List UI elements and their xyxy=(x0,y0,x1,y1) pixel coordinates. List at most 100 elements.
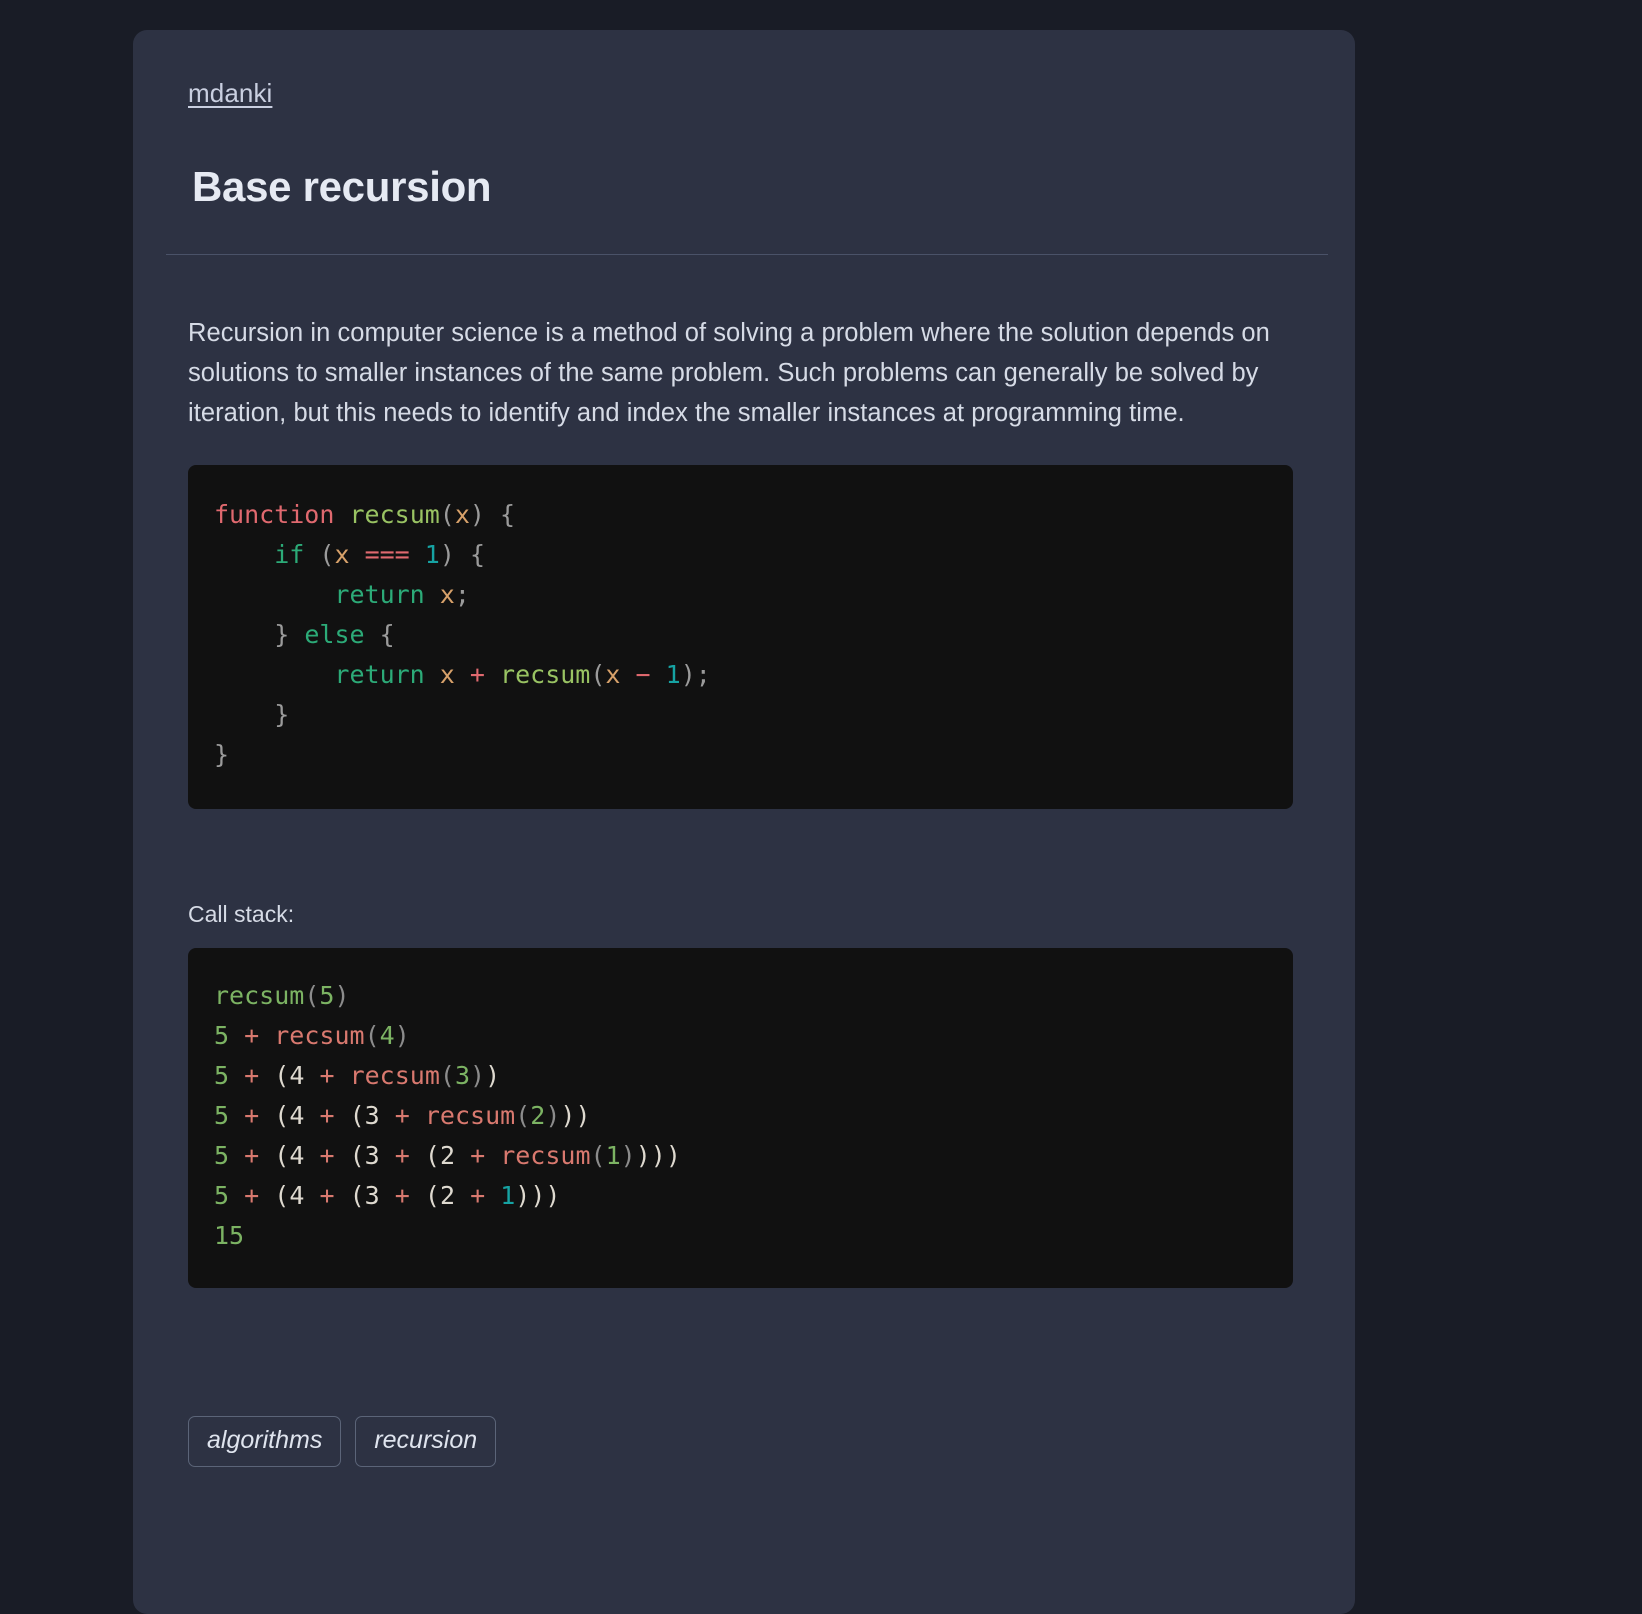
stack-paren: ( xyxy=(439,1061,455,1090)
stack-operator: + xyxy=(394,1101,410,1130)
token-keyword-if: if xyxy=(274,540,305,569)
token-param-x: x xyxy=(334,540,350,569)
token-keyword-return: return xyxy=(334,660,425,689)
stack-number: 4 xyxy=(379,1021,395,1050)
token-param-x: x xyxy=(454,500,470,529)
stack-operator: + xyxy=(319,1181,335,1210)
stack-paren: ( xyxy=(364,1021,380,1050)
token-paren-open: ( xyxy=(319,540,335,569)
stack-paren: ) xyxy=(560,1101,576,1130)
stack-number: 4 xyxy=(289,1181,305,1210)
stack-fn-name: recsum xyxy=(424,1101,516,1130)
stack-operator: + xyxy=(470,1181,486,1210)
call-stack-line: 5 + (4 + (3 + (2 + 1))) xyxy=(214,1181,560,1210)
stack-paren: ) xyxy=(575,1101,591,1130)
stack-paren: ( xyxy=(424,1181,440,1210)
stack-operator: + xyxy=(319,1141,335,1170)
stack-paren: ( xyxy=(274,1101,290,1130)
stack-paren: ) xyxy=(635,1141,651,1170)
stack-operator: + xyxy=(394,1181,410,1210)
token-brace-close: } xyxy=(214,740,230,769)
tag-list: algorithms recursion xyxy=(188,1416,1293,1507)
token-brace-close: } xyxy=(274,620,290,649)
stack-operator: + xyxy=(244,1141,260,1170)
stack-operator: + xyxy=(244,1101,260,1130)
stack-paren: ) xyxy=(530,1181,546,1210)
stack-paren: ) xyxy=(334,981,350,1010)
stack-number: 5 xyxy=(214,1021,230,1050)
stack-number: 3 xyxy=(364,1181,380,1210)
stack-number: 3 xyxy=(454,1061,470,1090)
stack-paren: ( xyxy=(274,1141,290,1170)
page-root: mdanki Base recursion Recursion in compu… xyxy=(0,0,1642,1614)
token-number-one: 1 xyxy=(665,660,681,689)
token-operator-minus: − xyxy=(635,660,651,689)
stack-number: 2 xyxy=(439,1181,455,1210)
stack-number: 5 xyxy=(214,1141,230,1170)
tag-algorithms[interactable]: algorithms xyxy=(188,1416,342,1467)
call-stack-result: 15 xyxy=(214,1221,245,1250)
token-operator-plus: + xyxy=(469,660,485,689)
token-paren-open: ( xyxy=(439,500,455,529)
stack-paren: ) xyxy=(620,1141,636,1170)
token-param-x: x xyxy=(605,660,621,689)
stack-paren: ) xyxy=(545,1101,561,1130)
token-param-x: x xyxy=(439,660,455,689)
stack-paren: ( xyxy=(424,1141,440,1170)
tag-recursion[interactable]: recursion xyxy=(355,1416,497,1467)
page-title: Base recursion xyxy=(192,163,492,210)
stack-number: 5 xyxy=(214,1061,230,1090)
stack-fn-name: recsum xyxy=(274,1021,365,1050)
stack-number: 3 xyxy=(364,1141,380,1170)
stack-operator: + xyxy=(470,1141,486,1170)
stack-number: 2 xyxy=(530,1101,546,1130)
stack-operator: + xyxy=(319,1061,335,1090)
token-param-x: x xyxy=(439,580,455,609)
code-block-call-stack: recsum(5) 5 + recsum(4) 5 + (4 + recsum(… xyxy=(188,948,1293,1288)
token-brace-open: { xyxy=(469,540,486,569)
stack-number: 5 xyxy=(214,1101,230,1130)
token-paren-close: ) xyxy=(439,540,455,569)
stack-operator: + xyxy=(244,1181,260,1210)
stack-paren: ( xyxy=(349,1141,365,1170)
stack-number: 5 xyxy=(214,1181,230,1210)
call-stack-line: recsum(5) xyxy=(214,981,350,1010)
stack-paren: ( xyxy=(590,1141,606,1170)
token-keyword-function: function xyxy=(214,500,335,529)
stack-paren: ) xyxy=(545,1181,561,1210)
stack-paren: ) xyxy=(515,1181,531,1210)
call-stack-line: 5 + (4 + recsum(3)) xyxy=(214,1061,500,1090)
stack-number: 3 xyxy=(364,1101,380,1130)
token-semicolon: ; xyxy=(695,660,711,689)
token-keyword-return: return xyxy=(334,580,425,609)
stack-number: 4 xyxy=(289,1101,305,1130)
stack-paren: ) xyxy=(485,1061,501,1090)
token-paren-close: ) xyxy=(469,500,485,529)
stack-number: 4 xyxy=(289,1141,305,1170)
token-function-name: recsum xyxy=(349,500,440,529)
call-stack-line: 5 + recsum(4) xyxy=(214,1021,410,1050)
intro-paragraph: Recursion in computer science is a metho… xyxy=(188,319,1270,427)
token-keyword-else: else xyxy=(304,620,365,649)
stack-operator: + xyxy=(244,1061,260,1090)
call-stack-line: 5 + (4 + (3 + (2 + recsum(1)))) xyxy=(214,1141,681,1170)
stack-fn-name: recsum xyxy=(214,981,305,1010)
stack-fn-name: recsum xyxy=(500,1141,591,1170)
stack-paren: ( xyxy=(274,1181,290,1210)
token-number-one: 1 xyxy=(424,540,440,569)
stack-number: 5 xyxy=(319,981,335,1010)
stack-paren: ) xyxy=(470,1061,486,1090)
stack-paren: ) xyxy=(665,1141,681,1170)
breadcrumb-link-mdanki[interactable]: mdanki xyxy=(188,78,272,108)
stack-number: 2 xyxy=(439,1141,455,1170)
